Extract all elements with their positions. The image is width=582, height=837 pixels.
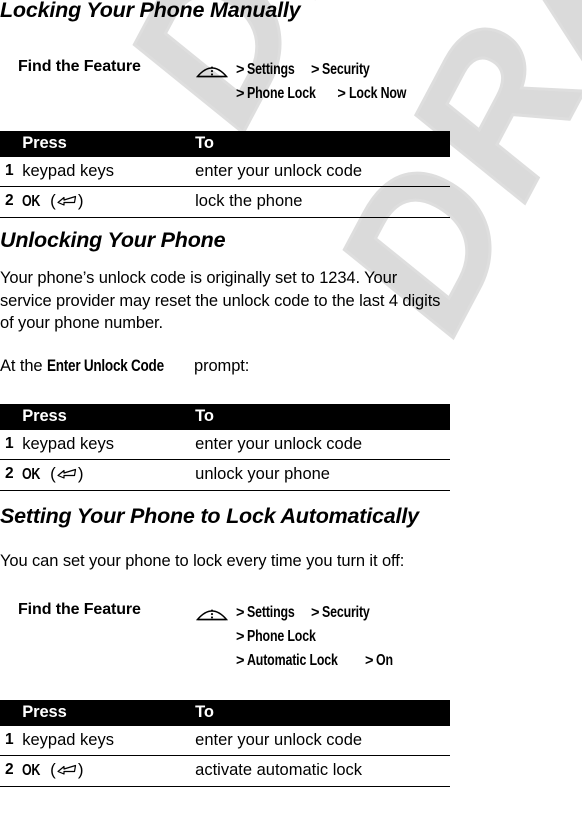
step-press: OK () <box>22 755 196 787</box>
step-number: 2 <box>0 755 23 787</box>
step-press: OK () <box>22 186 196 218</box>
manual-page: DRAFT DRAFT Locking Your Phone Manually … <box>0 0 582 837</box>
path-separator: > <box>311 62 320 78</box>
table-row: 1 keypad keys enter your unlock code <box>0 430 450 460</box>
menu-path-line: > Phone Lock <box>236 625 398 649</box>
chapter-sidebar: i Learning to Use Your Phone 47 <box>470 0 582 837</box>
step-number: 2 <box>0 459 23 491</box>
press-to-table-3: Press To 1 keypad keys enter your unlock… <box>0 700 450 787</box>
menu-item: Phone Lock <box>247 85 317 102</box>
find-the-feature-label-1: Find the Feature <box>18 58 141 75</box>
header-spacer <box>0 700 23 726</box>
step-press: OK () <box>22 459 196 491</box>
step-to: unlock your phone <box>195 459 450 491</box>
prompt-line-unlock: At the Enter Unlock Code prompt: <box>0 355 450 378</box>
table-header-row: Press To <box>0 700 450 726</box>
step-to: lock the phone <box>195 186 450 218</box>
step-to: enter your unlock code <box>195 430 450 460</box>
menu-path-line: > Settings > Security <box>236 601 398 625</box>
table-row: 2 OK () activate automatic lock <box>0 755 450 787</box>
section-heading-auto-lock: Setting Your Phone to Lock Automatically <box>0 504 419 528</box>
step-to: enter your unlock code <box>195 726 450 756</box>
menu-path-line: > Automatic Lock > On <box>236 649 398 673</box>
soft-key-icon: () <box>45 191 84 210</box>
paragraph-unlock-code: Your phone’s unlock code is originally s… <box>0 269 441 332</box>
step-number: 1 <box>0 430 23 460</box>
menu-item: Lock Now <box>348 85 407 102</box>
step-number: 2 <box>0 186 23 218</box>
step-to: enter your unlock code <box>195 157 450 187</box>
path-separator: > <box>364 653 374 669</box>
soft-key-icon: () <box>45 464 84 483</box>
step-press: keypad keys <box>22 726 196 756</box>
menu-item: Settings <box>247 604 296 621</box>
table-header-row: Press To <box>0 404 450 430</box>
header-spacer <box>0 404 23 430</box>
prompt-after: prompt: <box>189 357 250 375</box>
path-separator: > <box>311 605 320 621</box>
path-separator: > <box>236 653 245 669</box>
table-row: 1 keypad keys enter your unlock code <box>0 726 450 756</box>
step-press: keypad keys <box>22 430 196 460</box>
table-row: 2 OK () lock the phone <box>0 186 450 218</box>
header-press: Press <box>22 131 196 157</box>
menu-item: Security <box>322 604 371 621</box>
find-the-feature-block-1: Find the Feature > Settings > Security > Pho… <box>0 58 460 116</box>
find-the-feature-label-2: Find the Feature <box>18 601 141 618</box>
section-heading-locking: Locking Your Phone Manually <box>0 0 301 22</box>
path-separator: > <box>236 62 245 78</box>
header-to: To <box>195 404 450 430</box>
prompt-before: At the <box>0 357 47 375</box>
table-row: 2 OK () unlock your phone <box>0 459 450 491</box>
find-the-feature-block-2: Find the Feature > Settings > Security > Pho… <box>0 601 460 681</box>
header-to: To <box>195 700 450 726</box>
menu-key-icon <box>195 604 229 622</box>
path-separator: > <box>337 86 346 102</box>
step-number: 1 <box>0 157 23 187</box>
step-number: 1 <box>0 726 23 756</box>
paragraph-auto-lock: You can set your phone to lock every tim… <box>0 552 405 570</box>
menu-item: Settings <box>247 61 296 78</box>
menu-path-line: > Settings > Security <box>236 58 420 82</box>
find-the-feature-path-1: > Settings > Security > Phone Lock > Lock Now <box>236 58 420 106</box>
ok-key-label: OK <box>22 193 41 210</box>
press-to-table-2: Press To 1 keypad keys enter your unlock… <box>0 404 450 491</box>
soft-key-icon: () <box>45 760 84 779</box>
prompt-bold-label: Enter Unlock Code <box>47 357 164 375</box>
section-heading-unlocking: Unlocking Your Phone <box>0 228 226 252</box>
header-press: Press <box>22 404 196 430</box>
menu-item: Security <box>322 61 371 78</box>
header-to: To <box>195 131 450 157</box>
press-to-table-1: Press To 1 keypad keys enter your unlock… <box>0 131 450 218</box>
menu-item: Phone Lock <box>247 628 317 645</box>
menu-item: Automatic Lock <box>247 652 339 669</box>
table-row: 1 keypad keys enter your unlock code <box>0 157 450 187</box>
menu-key-icon <box>195 61 229 79</box>
find-the-feature-path-2: > Settings > Security > Phone Lock > Automati… <box>236 601 398 673</box>
step-to: activate automatic lock <box>195 755 450 787</box>
header-spacer <box>0 131 23 157</box>
path-separator: > <box>236 629 245 645</box>
header-press: Press <box>22 700 196 726</box>
menu-item: On <box>376 652 394 669</box>
ok-key-label: OK <box>22 466 41 483</box>
step-press: keypad keys <box>22 157 196 187</box>
table-header-row: Press To <box>0 131 450 157</box>
path-separator: > <box>236 86 245 102</box>
menu-path-line: > Phone Lock > Lock Now <box>236 82 420 106</box>
ok-key-label: OK <box>22 762 41 779</box>
path-separator: > <box>236 605 245 621</box>
